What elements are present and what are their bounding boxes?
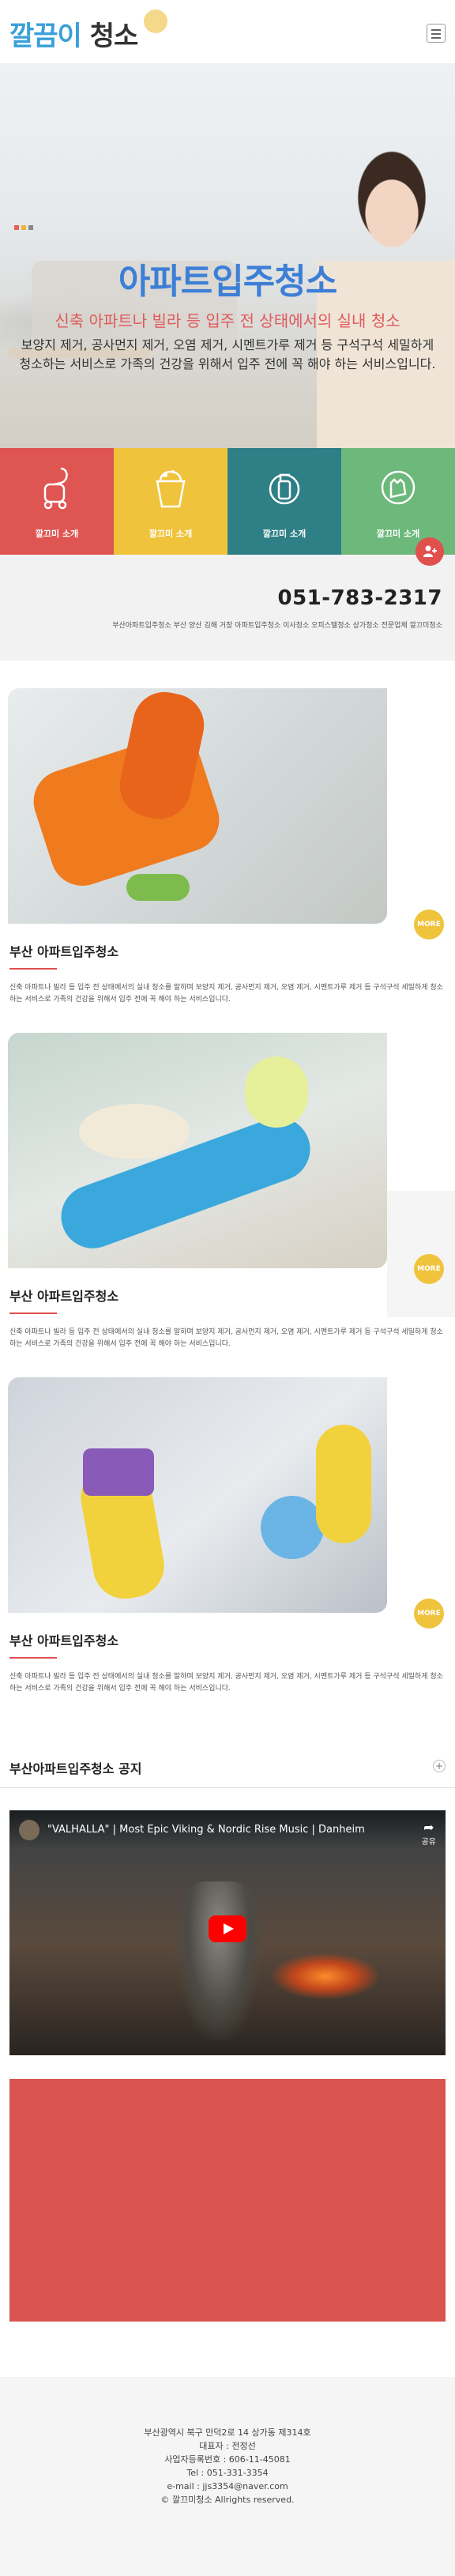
- article-card: MORE 부산 아파트입주청소 신축 아파트나 빌라 등 입주 전 상태에서의 …: [0, 1377, 455, 1695]
- glove-sponge-icon: [381, 470, 416, 505]
- notice-more-button[interactable]: +: [433, 1760, 446, 1772]
- footer-address: 부산광역시 북구 만덕2로 14 상가동 제314호: [144, 2427, 311, 2438]
- article-photo: [8, 688, 387, 924]
- red-banner-block: [9, 2079, 446, 2322]
- youtube-video-embed[interactable]: "VALHALLA" | Most Epic Viking & Nordic R…: [9, 1810, 446, 2055]
- title-underline: [9, 968, 57, 970]
- footer-copyright: © 깔끄미청소 Allrights reserved.: [160, 2495, 295, 2505]
- notice-title[interactable]: 부산아파트입주청소 공지: [9, 1758, 142, 1777]
- article-card: MORE 부산 아파트입주청소 신축 아파트나 빌라 등 입주 전 상태에서의 …: [0, 688, 455, 1006]
- hero-subtitle: 신축 아파트나 빌라 등 입주 전 상태에서의 실내 청소: [55, 311, 400, 330]
- spray-bottle-image: [261, 1496, 324, 1559]
- add-contact-button[interactable]: [416, 537, 444, 566]
- spray-bottle-image: [245, 1056, 308, 1128]
- share-button[interactable]: ➦ 공유: [422, 1820, 436, 1847]
- more-button[interactable]: MORE: [414, 1254, 444, 1284]
- contact-section: 051-783-2317 부산아파트입주청소 부산 양산 김해 거창 아파트입주…: [0, 537, 455, 661]
- tile-intro-3[interactable]: 깔끄미 소개: [228, 448, 341, 555]
- yellow-glove-right-image: [316, 1425, 371, 1543]
- article-title[interactable]: 부산 아파트입주청소: [9, 1630, 455, 1649]
- video-title[interactable]: "VALHALLA" | Most Epic Viking & Nordic R…: [47, 1824, 365, 1836]
- title-underline: [9, 1312, 57, 1314]
- footer-tel: Tel : 051-331-3354: [186, 2468, 269, 2478]
- phone-number[interactable]: 051-783-2317: [278, 586, 443, 610]
- vacuum-icon: [43, 467, 68, 510]
- green-sponge-image: [126, 874, 190, 901]
- tile-intro-2[interactable]: 깔끄미 소개: [114, 448, 228, 555]
- hero-slider-dots[interactable]: [14, 225, 33, 230]
- footer-ceo: 대표자 : 전정선: [199, 2441, 256, 2451]
- logo-text-primary: 깔끔이: [9, 21, 82, 52]
- video-thumbnail-fire: [270, 1953, 381, 2000]
- play-button[interactable]: [209, 1915, 246, 1942]
- tile-label: 깔끄미 소개: [35, 529, 79, 539]
- add-user-icon: [423, 545, 437, 557]
- logo-sun-icon: [144, 9, 167, 33]
- article-card: MORE 부산 아파트입주청소 신축 아파트나 빌라 등 입주 전 상태에서의 …: [0, 1033, 455, 1350]
- hero-description: 보양지 제거, 공사먼지 제거, 오염 제거, 시멘트가루 제거 등 구석구석 …: [19, 337, 436, 371]
- article-text: 신축 아파트나 빌라 등 입주 전 상태에서의 실내 청소를 말하며 보양지 제…: [9, 1673, 443, 1693]
- site-footer: 부산광역시 북구 만덕2로 14 상가동 제314호 대표자 : 전정선 사업자…: [0, 2377, 455, 2576]
- site-logo[interactable]: 깔끔이 청소: [9, 14, 139, 53]
- keyword-tags: 부산아파트입주청소 부산 양산 김해 거창 아파트입주청소 이사청소 오피스텔청…: [112, 622, 442, 630]
- site-header: 깔끔이 청소: [0, 0, 455, 63]
- title-underline: [9, 1657, 57, 1659]
- tile-label: 깔끄미 소개: [262, 529, 306, 539]
- article-text: 신축 아파트나 빌라 등 입주 전 상태에서의 실내 청소를 말하며 보양지 제…: [9, 1328, 443, 1348]
- tile-label: 깔끄미 소개: [376, 529, 420, 539]
- more-button[interactable]: MORE: [414, 1599, 444, 1629]
- article-photo: [8, 1033, 387, 1268]
- spray-cleaner-icon: [269, 473, 300, 505]
- channel-avatar[interactable]: [19, 1820, 39, 1840]
- footer-email: e-mail : jjs3354@naver.com: [167, 2481, 288, 2491]
- notice-header: 부산아파트입주청소 공지 +: [0, 1747, 455, 1788]
- salad-bowl-image: [79, 1104, 190, 1159]
- hamburger-menu-button[interactable]: [427, 24, 446, 43]
- tile-intro-4[interactable]: 깔끄미 소개: [341, 448, 455, 555]
- article-photo: [8, 1377, 387, 1613]
- footer-business-number: 사업자등록번호 : 606-11-45081: [164, 2454, 291, 2465]
- more-button[interactable]: MORE: [414, 910, 444, 940]
- tile-intro-1[interactable]: 깔끄미 소개: [0, 448, 114, 555]
- bucket-icon: [156, 470, 186, 508]
- article-text: 신축 아파트나 빌라 등 입주 전 상태에서의 실내 청소를 말하며 보양지 제…: [9, 984, 443, 1004]
- share-icon: ➦: [423, 1820, 434, 1835]
- service-tiles: 깔끄미 소개 깔끄미 소개 깔끄미 소개 깔끄미 소개: [0, 448, 455, 555]
- decorative-band: [387, 1191, 455, 1317]
- article-title[interactable]: 부산 아파트입주청소: [9, 941, 455, 960]
- video-thumbnail-warrior: [175, 1881, 262, 2039]
- hero-banner: 아파트입주청소 신축 아파트나 빌라 등 입주 전 상태에서의 실내 청소 보양…: [0, 63, 455, 448]
- share-label: 공유: [421, 1838, 436, 1847]
- hero-title: 아파트입주청소: [118, 262, 337, 302]
- logo-text-secondary: 청소: [89, 21, 139, 52]
- purple-cloth-image: [83, 1448, 154, 1496]
- tile-label: 깔끄미 소개: [149, 529, 193, 539]
